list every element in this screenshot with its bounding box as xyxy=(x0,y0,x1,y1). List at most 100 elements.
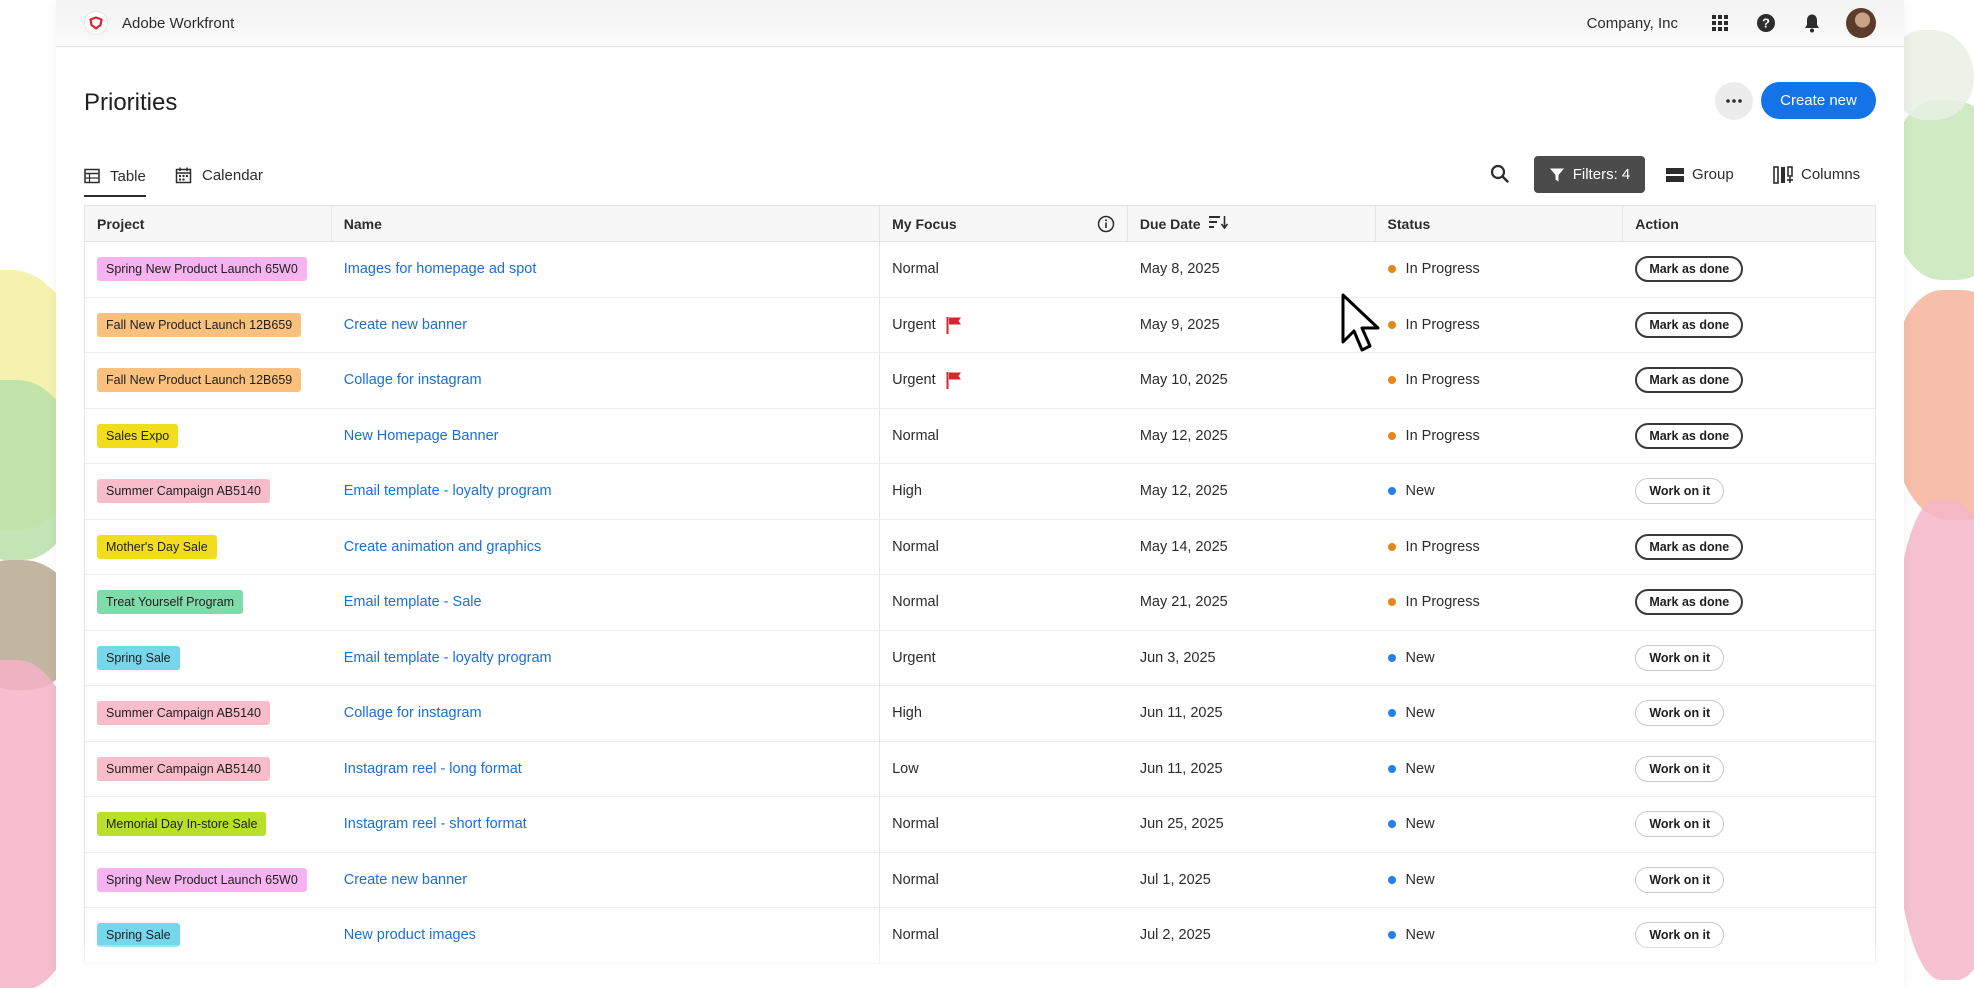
work-on-it-button[interactable]: Work on it xyxy=(1635,644,1725,671)
project-cell: Treat Yourself Program xyxy=(85,575,332,630)
mark-as-done-button[interactable]: Mark as done xyxy=(1635,533,1744,560)
user-avatar[interactable] xyxy=(1846,8,1876,38)
status-dot-icon xyxy=(1387,598,1396,607)
status-value: In Progress xyxy=(1405,261,1480,278)
filters-label: Filters: 4 xyxy=(1572,166,1631,183)
work-on-it-button[interactable]: Work on it xyxy=(1635,922,1725,949)
columns-button[interactable]: Columns xyxy=(1773,156,1860,193)
task-name-link[interactable]: Create animation and graphics xyxy=(344,539,541,555)
mark-as-done-button[interactable]: Mark as done xyxy=(1635,256,1744,283)
info-icon[interactable] xyxy=(1097,215,1115,236)
task-name-link[interactable]: Instagram reel - long format xyxy=(344,761,522,777)
brand[interactable]: Adobe Workfront xyxy=(84,11,234,35)
filter-icon xyxy=(1549,168,1564,181)
action-cell: Mark as done xyxy=(1623,575,1875,630)
project-tag[interactable]: Sales Expo xyxy=(97,423,179,448)
focus-value: High xyxy=(892,483,922,500)
project-tag[interactable]: Fall New Product Launch 12B659 xyxy=(97,312,302,337)
table-row[interactable]: Spring New Product Launch 65W0 Images fo… xyxy=(85,242,1875,298)
work-on-it-button[interactable]: Work on it xyxy=(1635,811,1725,838)
project-tag[interactable]: Fall New Product Launch 12B659 xyxy=(97,368,302,393)
table-row[interactable]: Spring Sale Email template - loyalty pro… xyxy=(85,630,1875,686)
group-button[interactable]: Group xyxy=(1666,156,1734,193)
tab-calendar[interactable]: Calendar xyxy=(175,161,263,189)
action-cell: Mark as done xyxy=(1623,409,1875,464)
project-tag[interactable]: Memorial Day In-store Sale xyxy=(97,812,267,837)
help-icon[interactable]: ? xyxy=(1754,11,1778,35)
project-cell: Spring New Product Launch 65W0 xyxy=(85,853,332,908)
project-tag[interactable]: Summer Campaign AB5140 xyxy=(97,701,270,726)
task-name-link[interactable]: Images for homepage ad spot xyxy=(344,261,537,277)
due-date-value: May 8, 2025 xyxy=(1139,261,1220,278)
status-value: In Progress xyxy=(1405,538,1480,555)
work-on-it-button[interactable]: Work on it xyxy=(1635,755,1725,782)
more-options-button[interactable] xyxy=(1715,82,1753,120)
column-header-project[interactable]: Project xyxy=(85,206,332,241)
table-row[interactable]: Treat Yourself Program Email template - … xyxy=(85,575,1875,631)
tab-table[interactable]: Table xyxy=(84,161,146,197)
task-name-link[interactable]: New product images xyxy=(344,927,476,943)
search-icon[interactable] xyxy=(1485,159,1513,187)
column-header-status[interactable]: Status xyxy=(1376,206,1624,241)
task-name-link[interactable]: Email template - loyalty program xyxy=(344,483,552,499)
task-name-link[interactable]: Create new banner xyxy=(344,317,467,333)
mark-as-done-button[interactable]: Mark as done xyxy=(1635,589,1744,616)
table-row[interactable]: Summer Campaign AB5140 Email template - … xyxy=(85,464,1875,520)
project-cell: Summer Campaign AB5140 xyxy=(85,686,332,741)
table-row[interactable]: Sales Expo New Homepage Banner Normal Ma… xyxy=(85,408,1875,464)
column-header-my-focus[interactable]: My Focus xyxy=(880,206,1128,241)
project-tag[interactable]: Mother's Day Sale xyxy=(97,534,217,559)
focus-value: Urgent xyxy=(892,372,936,389)
company-name[interactable]: Company, Inc xyxy=(1587,15,1678,32)
task-name-link[interactable]: Collage for instagram xyxy=(344,372,482,388)
mark-as-done-button[interactable]: Mark as done xyxy=(1635,422,1744,449)
task-name-link[interactable]: Email template - Sale xyxy=(344,594,482,610)
column-header-action[interactable]: Action xyxy=(1623,206,1875,241)
focus-cell: Urgent xyxy=(880,631,1128,686)
name-cell: Email template - Sale xyxy=(332,575,881,630)
task-name-link[interactable]: Email template - loyalty program xyxy=(344,650,552,666)
task-name-link[interactable]: Collage for instagram xyxy=(344,705,482,721)
column-header-due-date[interactable]: Due Date xyxy=(1128,206,1376,241)
project-tag[interactable]: Spring Sale xyxy=(97,923,180,948)
status-value: In Progress xyxy=(1405,427,1480,444)
task-name-link[interactable]: Instagram reel - short format xyxy=(344,816,527,832)
table-row[interactable]: Spring New Product Launch 65W0 Create ne… xyxy=(85,852,1875,908)
table-row[interactable]: Summer Campaign AB5140 Collage for insta… xyxy=(85,686,1875,742)
action-cell: Work on it xyxy=(1623,686,1875,741)
action-cell: Mark as done xyxy=(1623,353,1875,408)
task-name-link[interactable]: New Homepage Banner xyxy=(344,428,499,444)
create-new-button[interactable]: Create new xyxy=(1761,82,1876,119)
bell-icon[interactable] xyxy=(1800,11,1824,35)
name-cell: Collage for instagram xyxy=(332,686,881,741)
project-tag[interactable]: Summer Campaign AB5140 xyxy=(97,479,270,504)
project-tag[interactable]: Summer Campaign AB5140 xyxy=(97,756,270,781)
column-header-name[interactable]: Name xyxy=(332,206,881,241)
focus-cell: Low xyxy=(880,742,1128,797)
table-row[interactable]: Fall New Product Launch 12B659 Create ne… xyxy=(85,297,1875,353)
table-row[interactable]: Fall New Product Launch 12B659 Collage f… xyxy=(85,353,1875,409)
work-on-it-button[interactable]: Work on it xyxy=(1635,478,1725,505)
work-on-it-button[interactable]: Work on it xyxy=(1635,700,1725,727)
status-dot-icon xyxy=(1387,709,1396,718)
project-tag[interactable]: Spring New Product Launch 65W0 xyxy=(97,867,307,892)
table-row[interactable]: Summer Campaign AB5140 Instagram reel - … xyxy=(85,741,1875,797)
urgent-flag-icon xyxy=(946,316,962,334)
mark-as-done-button[interactable]: Mark as done xyxy=(1635,367,1744,394)
due-date-cell: Jul 1, 2025 xyxy=(1128,853,1376,908)
work-on-it-button[interactable]: Work on it xyxy=(1635,866,1725,893)
project-tag[interactable]: Spring Sale xyxy=(97,645,180,670)
project-tag[interactable]: Treat Yourself Program xyxy=(97,590,244,615)
due-date-value: Jun 11, 2025 xyxy=(1139,760,1223,777)
name-cell: New Homepage Banner xyxy=(332,408,881,463)
table-row[interactable]: Spring Sale New product images Normal Ju… xyxy=(85,908,1875,964)
sort-icon[interactable] xyxy=(1208,215,1229,232)
apps-grid-icon[interactable] xyxy=(1708,11,1732,35)
project-tag[interactable]: Spring New Product Launch 65W0 xyxy=(97,257,307,282)
task-name-link[interactable]: Create new banner xyxy=(344,872,467,888)
focus-cell: High xyxy=(880,464,1128,519)
filters-button[interactable]: Filters: 4 xyxy=(1534,156,1645,193)
table-row[interactable]: Mother's Day Sale Create animation and g… xyxy=(85,519,1875,575)
table-row[interactable]: Memorial Day In-store Sale Instagram ree… xyxy=(85,797,1875,853)
mark-as-done-button[interactable]: Mark as done xyxy=(1635,311,1744,338)
